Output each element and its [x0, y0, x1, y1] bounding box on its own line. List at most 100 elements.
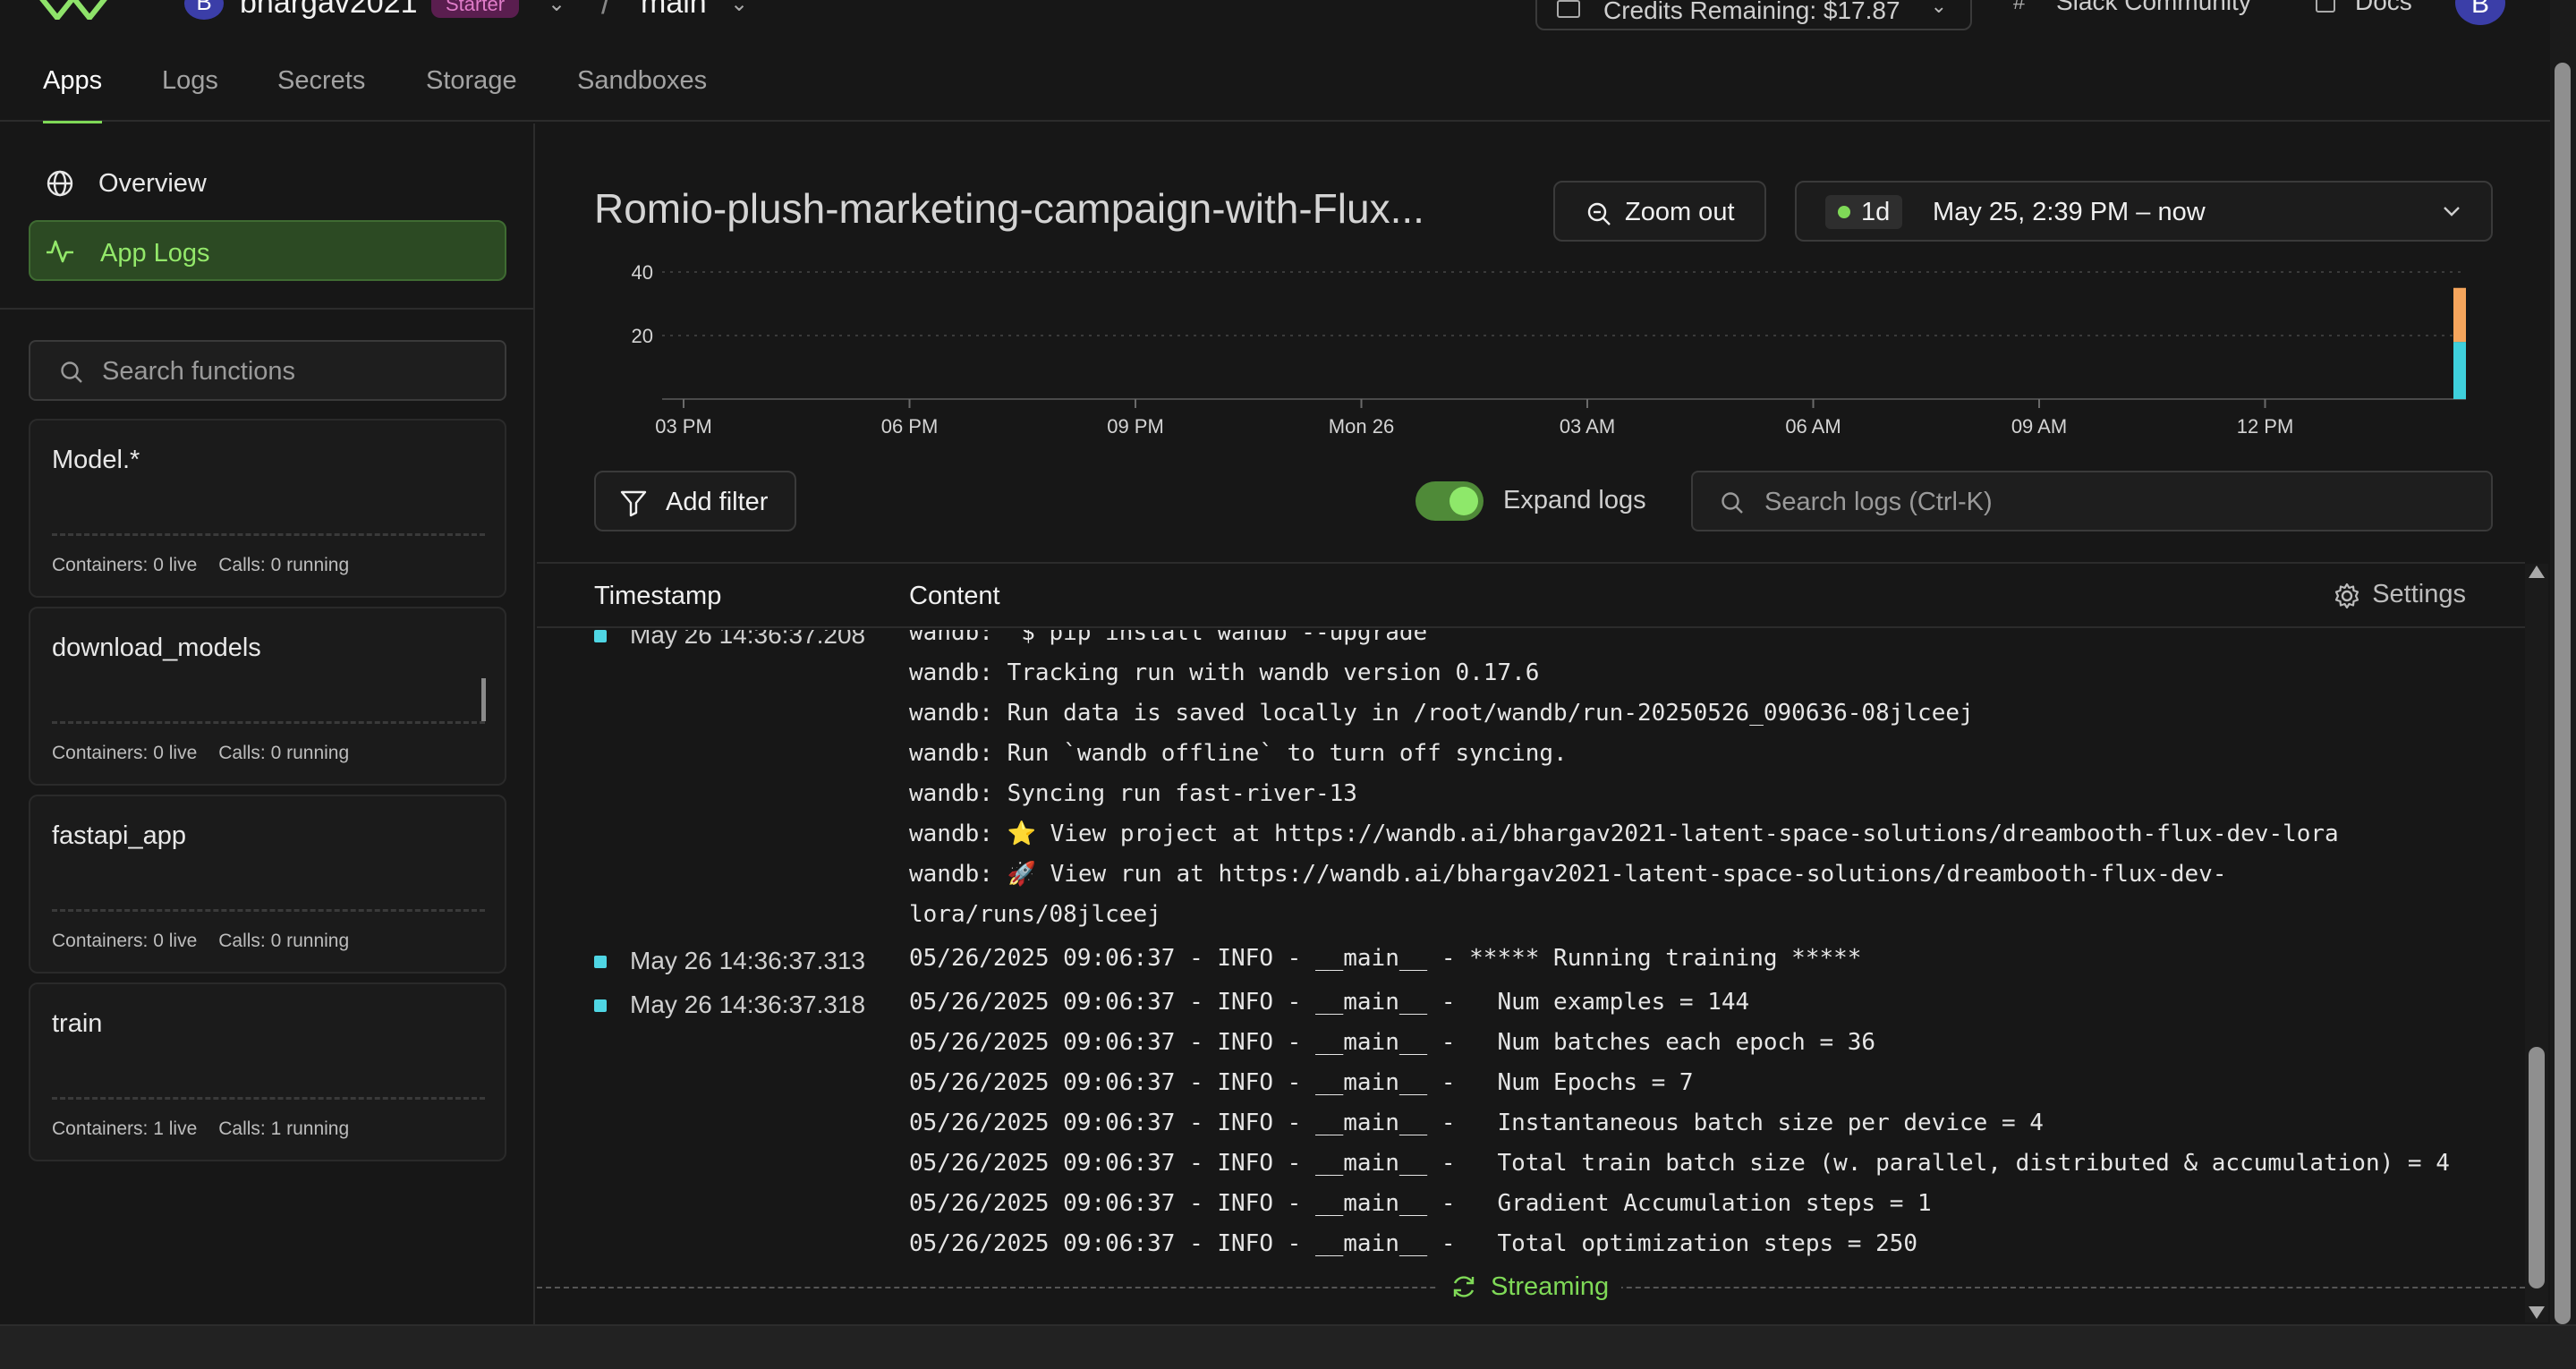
- containers-count: Containers: 1 live: [52, 1118, 198, 1139]
- docs-label: Docs: [2355, 0, 2412, 15]
- zoom-out-icon: [1587, 202, 1611, 225]
- log-line[interactable]: 05/26/2025 09:06:37 - INFO - __main__ - …: [909, 1110, 2044, 1136]
- sidebar-item-label: App Logs: [100, 239, 210, 268]
- filter-icon: [620, 490, 647, 517]
- search-icon: [61, 361, 82, 383]
- user-avatar[interactable]: B: [2455, 0, 2505, 25]
- log-line[interactable]: wandb: 🚀 View run at https://wandb.ai/bh…: [909, 861, 2226, 888]
- tab-storage[interactable]: Storage: [426, 66, 517, 122]
- environment-name[interactable]: main: [641, 0, 707, 21]
- function-sparkline: [52, 533, 485, 536]
- log-search-placeholder: Search logs (Ctrl-K): [1764, 488, 1993, 516]
- credits-label: Credits Remaining: $17.87: [1603, 0, 1900, 24]
- log-line[interactable]: wandb: $ pip install wandb --upgrade: [909, 630, 1427, 646]
- calls-count: Calls: 0 running: [218, 931, 350, 951]
- breadcrumb-separator: /: [601, 0, 611, 21]
- scrollbar-thumb[interactable]: [2555, 63, 2571, 1324]
- log-line[interactable]: 05/26/2025 09:06:37 - INFO - __main__ - …: [909, 989, 1749, 1016]
- containers-count: Containers: 0 live: [52, 931, 198, 951]
- log-line[interactable]: lora/runs/08jlceej: [909, 901, 1161, 928]
- bottom-bar: [0, 1324, 2576, 1369]
- workspace-avatar[interactable]: B: [184, 0, 224, 20]
- x-tick-label: Mon 26: [1329, 415, 1394, 438]
- function-sparkline-bar: [481, 678, 486, 721]
- log-search-input[interactable]: Search logs (Ctrl-K): [1691, 471, 2493, 531]
- log-line[interactable]: wandb: Run `wandb offline` to turn off s…: [909, 740, 1568, 767]
- function-name: download_models: [52, 633, 261, 662]
- function-card[interactable]: download_models Containers: 0 live Calls:…: [29, 607, 506, 786]
- function-card[interactable]: fastapi_app Containers: 0 live Calls: 0 r…: [29, 795, 506, 974]
- streaming-indicator: Streaming: [1437, 1269, 1622, 1305]
- log-line[interactable]: 05/26/2025 09:06:37 - INFO - __main__ - …: [909, 945, 1861, 972]
- scrollbar-thumb[interactable]: [2529, 1047, 2545, 1288]
- time-range-select[interactable]: 1d May 25, 2:39 PM – now: [1795, 181, 2493, 242]
- x-tick-label: 03 PM: [655, 415, 712, 438]
- book-icon: [2316, 0, 2335, 13]
- log-list[interactable]: May 26 14:36:37.208 wandb: $ pip install …: [537, 630, 2525, 1281]
- scroll-down-icon[interactable]: [2529, 1306, 2545, 1319]
- x-tick-label: 06 PM: [881, 415, 939, 438]
- log-volume-chart[interactable]: 20 40 03 PM 06 PM 09 PM Mon 26 03 AM 06 AM 09 AM…: [594, 251, 2518, 447]
- modal-logo-icon[interactable]: [39, 0, 111, 20]
- containers-count: Containers: 0 live: [52, 555, 198, 575]
- tab-sandboxes[interactable]: Sandboxes: [577, 66, 707, 122]
- chevron-down-icon[interactable]: ⌄: [730, 0, 748, 17]
- function-search-input[interactable]: Search functions: [29, 340, 506, 401]
- tab-secrets[interactable]: Secrets: [277, 66, 365, 122]
- function-stats: Containers: 0 live Calls: 0 running: [52, 931, 349, 952]
- function-card[interactable]: train Containers: 1 live Calls: 1 running: [29, 982, 506, 1161]
- zoom-out-label: Zoom out: [1625, 198, 1735, 226]
- tab-apps[interactable]: Apps: [43, 66, 103, 123]
- sidebar-divider: [0, 308, 533, 310]
- add-filter-button[interactable]: Add filter: [594, 471, 796, 531]
- workspace-name[interactable]: bhargav2021: [240, 0, 418, 21]
- log-timestamp: May 26 14:36:37.313: [630, 947, 866, 974]
- toggle-knob: [1450, 487, 1478, 515]
- scroll-up-icon[interactable]: [2529, 565, 2545, 578]
- refresh-icon: [1453, 1276, 1475, 1297]
- log-table-header: Timestamp Content Settings: [537, 564, 2525, 628]
- chevron-down-icon: ⌄: [1930, 0, 1947, 17]
- y-tick-label: 40: [632, 261, 653, 284]
- log-line[interactable]: 05/26/2025 09:06:37 - INFO - __main__ - …: [909, 1029, 1875, 1056]
- log-line[interactable]: wandb: ⭐ View project at https://wandb.a…: [909, 821, 2339, 847]
- credits-dropdown[interactable]: Credits Remaining: $17.87 ⌄: [1535, 0, 1972, 30]
- calls-count: Calls: 0 running: [218, 743, 350, 763]
- function-stats: Containers: 0 live Calls: 0 running: [52, 743, 349, 764]
- log-line[interactable]: wandb: Run data is saved locally in /roo…: [909, 700, 1974, 727]
- docs-link[interactable]: Docs: [2316, 0, 2412, 16]
- log-settings-button[interactable]: Settings: [2333, 580, 2466, 609]
- function-name: fastapi_app: [52, 821, 186, 850]
- function-sparkline: [52, 909, 485, 912]
- expand-logs-toggle[interactable]: [1416, 481, 1484, 521]
- containers-count: Containers: 0 live: [52, 743, 198, 763]
- credit-card-icon: [1557, 0, 1580, 18]
- range-live-pill: 1d: [1825, 195, 1903, 229]
- x-tick-label: 03 AM: [1560, 415, 1615, 438]
- x-tick-label: 06 AM: [1785, 415, 1841, 438]
- globe-icon: [47, 170, 73, 197]
- sidebar-item-overview[interactable]: Overview: [29, 152, 506, 213]
- search-placeholder: Search functions: [102, 357, 296, 386]
- tab-logs[interactable]: Logs: [162, 66, 218, 122]
- function-card[interactable]: Model.* Containers: 0 live Calls: 0 runni…: [29, 419, 506, 598]
- function-name: train: [52, 1009, 103, 1038]
- page-scrollbar[interactable]: [2550, 0, 2576, 1324]
- chart-bar-segment: [2453, 342, 2466, 399]
- add-filter-label: Add filter: [666, 488, 769, 516]
- log-line[interactable]: 05/26/2025 09:06:37 - INFO - __main__ - …: [909, 1190, 1932, 1217]
- chevron-down-icon[interactable]: ⌄: [548, 0, 565, 17]
- slack-community-link[interactable]: # Slack Community: [2013, 0, 2251, 16]
- settings-label: Settings: [2372, 580, 2466, 608]
- log-scrollbar[interactable]: [2525, 564, 2548, 1322]
- log-line[interactable]: wandb: Syncing run fast-river-13: [909, 780, 1357, 807]
- zoom-out-button[interactable]: Zoom out: [1553, 181, 1766, 242]
- plan-badge: Starter: [431, 0, 520, 18]
- log-line[interactable]: wandb: Tracking run with wandb version 0…: [909, 659, 1539, 686]
- sidebar-item-app-logs[interactable]: App Logs: [29, 220, 506, 281]
- log-line[interactable]: 05/26/2025 09:06:37 - INFO - __main__ - …: [909, 1150, 2450, 1177]
- log-line[interactable]: 05/26/2025 09:06:37 - INFO - __main__ - …: [909, 1230, 1917, 1257]
- log-line[interactable]: 05/26/2025 09:06:37 - INFO - __main__ - …: [909, 1069, 1694, 1096]
- range-text: May 25, 2:39 PM – now: [1933, 198, 2206, 226]
- chevron-down-icon: [2444, 207, 2460, 217]
